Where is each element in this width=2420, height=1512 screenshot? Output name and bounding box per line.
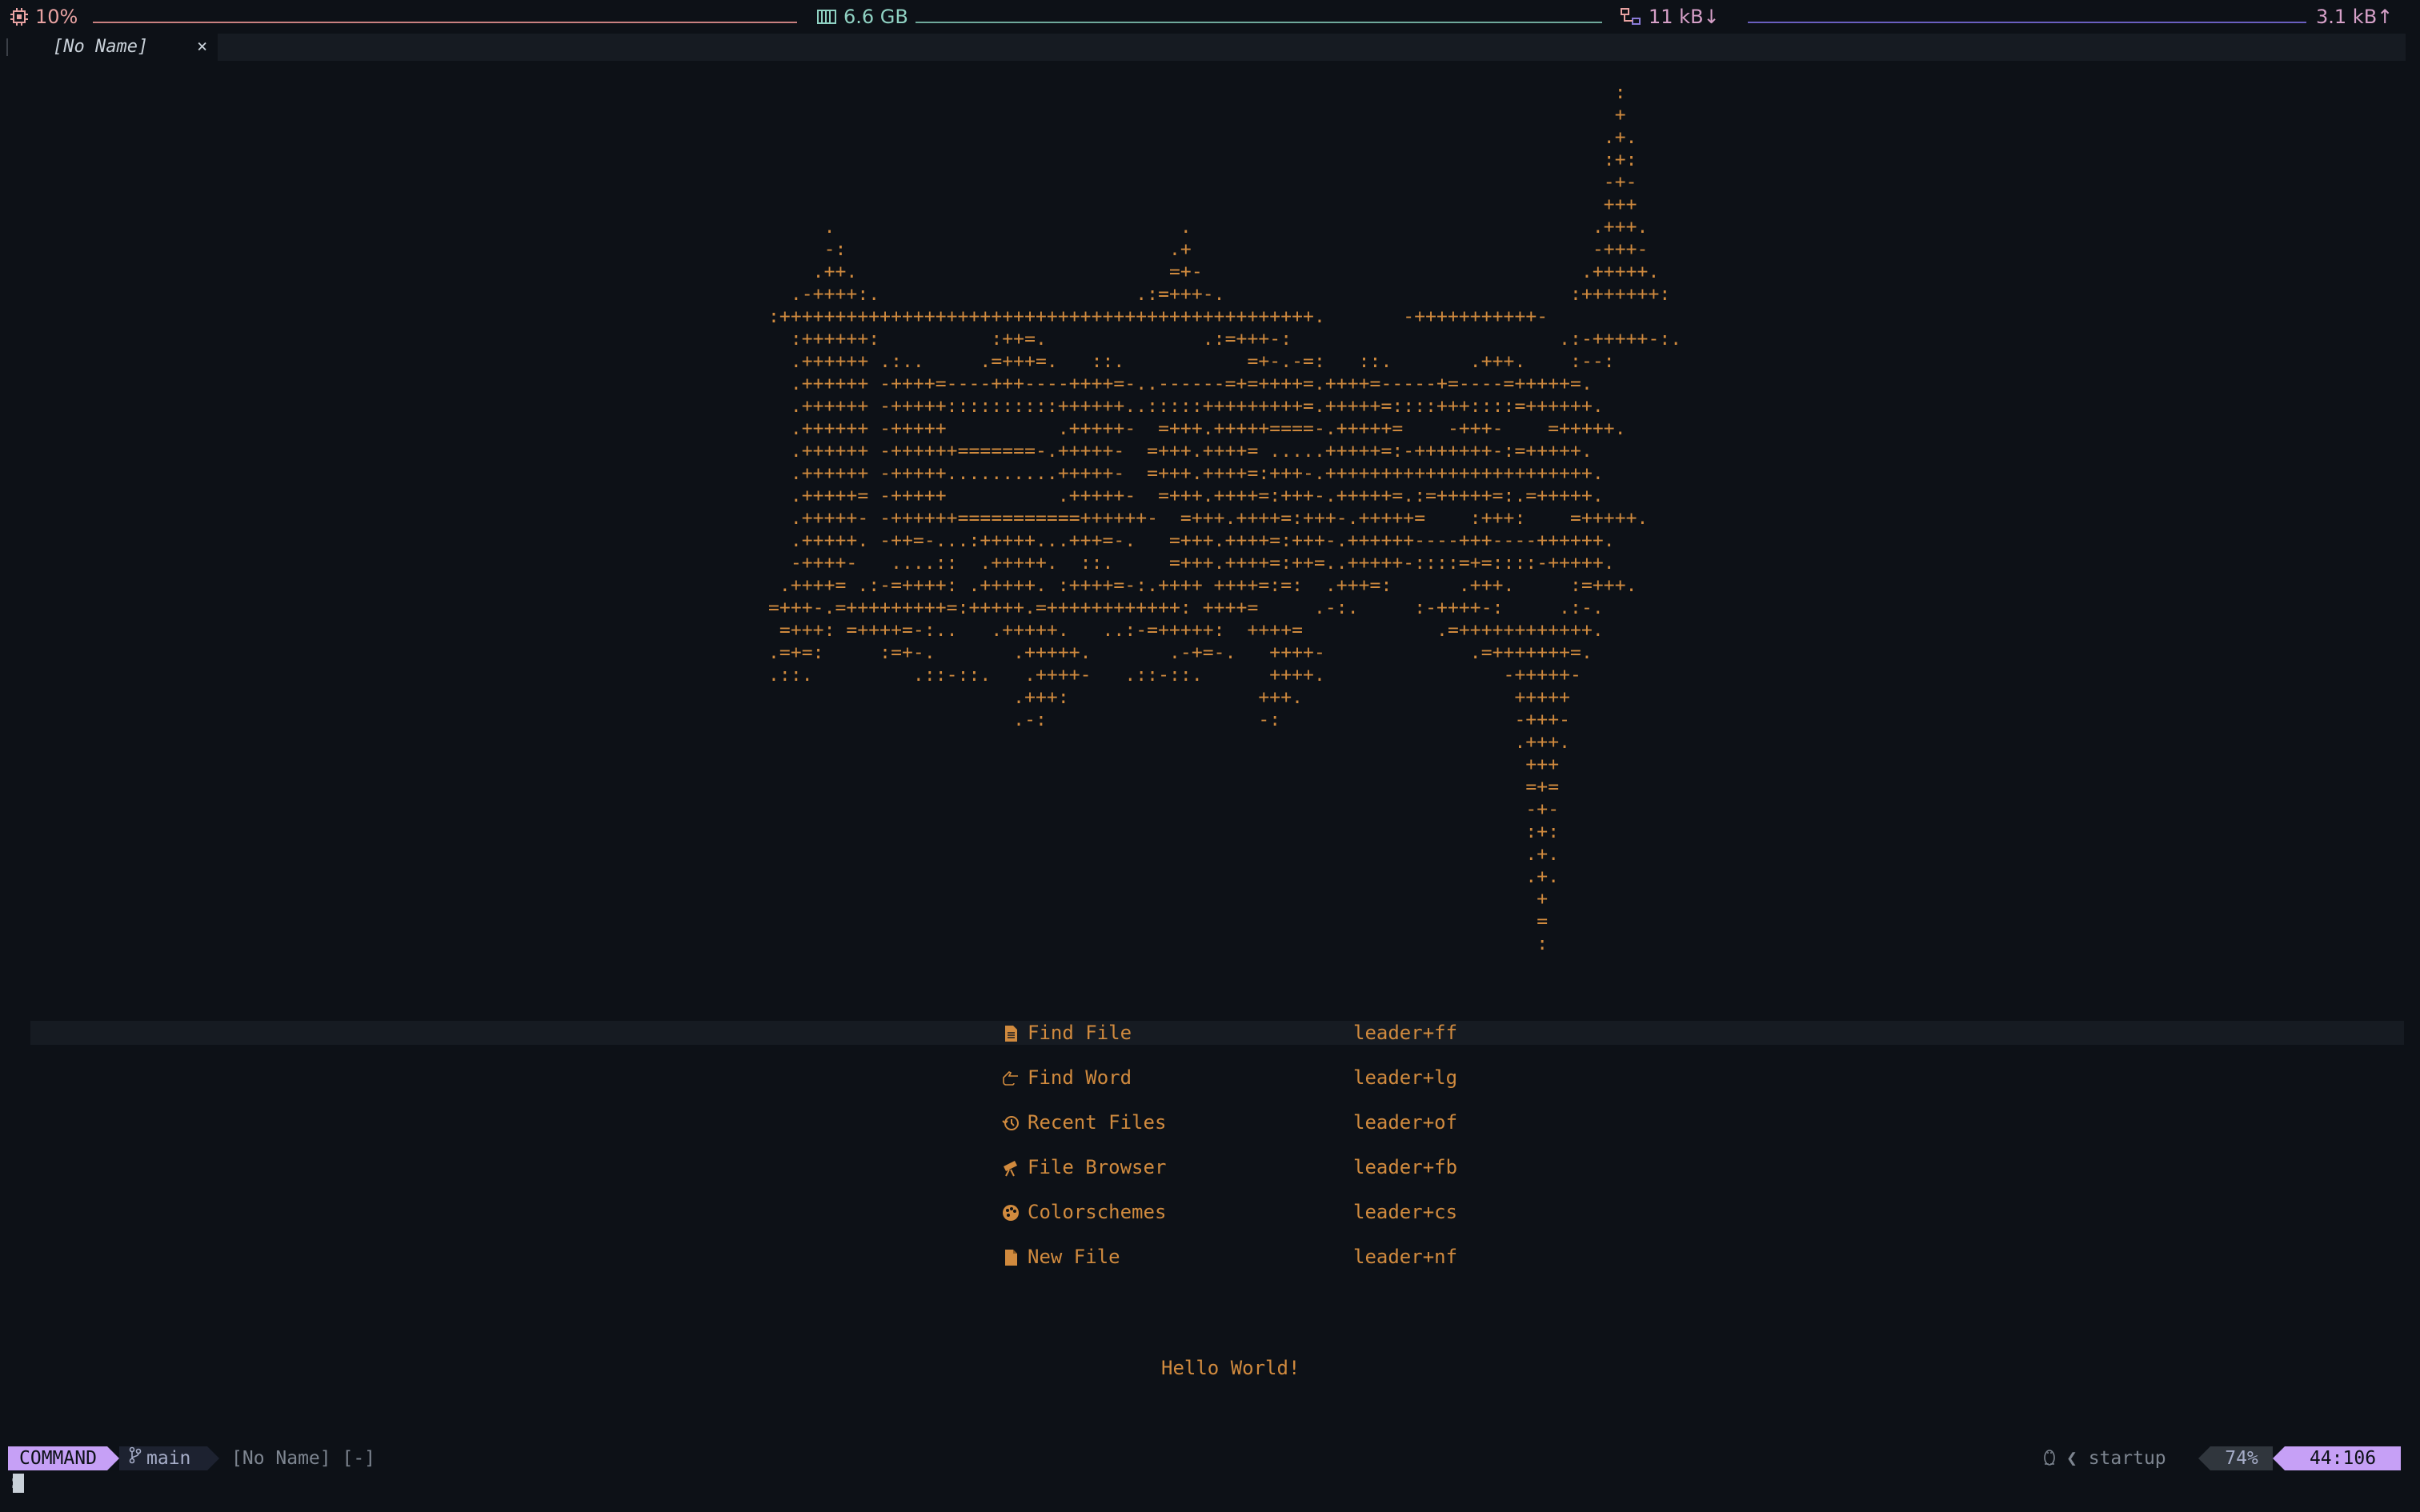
cpu-graph bbox=[93, 22, 797, 23]
scroll-percent: 74% bbox=[2210, 1446, 2273, 1470]
tab-separator bbox=[6, 38, 8, 56]
cursor-position: 44:106 bbox=[2285, 1446, 2401, 1470]
chevron-left-icon: ❮ bbox=[2066, 1448, 2089, 1469]
history-icon bbox=[1002, 1114, 1020, 1131]
file-name: [No Name] [-] bbox=[231, 1448, 376, 1469]
mode-separator bbox=[107, 1446, 119, 1470]
menu-item-recent-files[interactable]: Recent Files leader+of bbox=[30, 1110, 2404, 1134]
menu-item-colorschemes[interactable]: Colorschemes leader+cs bbox=[30, 1200, 2404, 1224]
memory-graph bbox=[916, 22, 1602, 23]
cpu-widget: 10% bbox=[10, 0, 78, 34]
menu-item-find-word[interactable]: Find Word leader+lg bbox=[30, 1066, 2404, 1090]
menu-label: Find Word bbox=[1028, 1066, 1132, 1089]
tab-no-name[interactable]: [No Name] × bbox=[0, 34, 218, 61]
menu-item-new-file[interactable]: New File leader+nf bbox=[30, 1245, 2404, 1269]
git-branch-name: main bbox=[146, 1448, 191, 1469]
cpu-usage: 10% bbox=[35, 6, 78, 28]
statusline: COMMAND main [No Name] [-] ❮ startup 74%… bbox=[0, 1446, 2420, 1470]
new-file-icon bbox=[1002, 1248, 1020, 1266]
network-download: 11 kB↓ bbox=[1649, 6, 1720, 28]
position-separator bbox=[2273, 1446, 2285, 1470]
network-upload: 3.1 kB↑ bbox=[2316, 6, 2394, 28]
tabline-fill bbox=[218, 34, 2406, 61]
menu-item-find-file[interactable]: Find File leader+ff bbox=[30, 1021, 2404, 1045]
menu-label: Recent Files bbox=[1028, 1111, 1167, 1134]
menu-label: New File bbox=[1028, 1246, 1120, 1268]
hand-pointer-icon bbox=[1002, 1069, 1020, 1086]
menu-label: Colorschemes bbox=[1028, 1201, 1167, 1223]
file-icon bbox=[1002, 1024, 1020, 1042]
menu-shortcut: leader+nf bbox=[1353, 1246, 1458, 1268]
menu-label: File Browser bbox=[1028, 1156, 1167, 1178]
network-graph bbox=[1748, 22, 2306, 23]
startup-label: startup bbox=[2088, 1448, 2166, 1469]
network-icon bbox=[1620, 7, 1642, 26]
linux-icon bbox=[2041, 1446, 2058, 1474]
close-icon[interactable]: × bbox=[197, 34, 207, 61]
footer-text: Hello World! bbox=[1161, 1357, 1300, 1379]
network-down-widget: 11 kB↓ bbox=[1620, 0, 1720, 34]
git-branch: main bbox=[119, 1446, 207, 1470]
memory-icon bbox=[816, 7, 837, 26]
menu-shortcut: leader+of bbox=[1353, 1111, 1458, 1134]
cpu-icon bbox=[10, 7, 29, 26]
telescope-icon bbox=[1002, 1158, 1020, 1177]
menu-shortcut: leader+cs bbox=[1353, 1201, 1458, 1223]
menu-shortcut: leader+lg bbox=[1353, 1066, 1458, 1089]
percent-separator bbox=[2198, 1446, 2210, 1470]
text-cursor bbox=[13, 1474, 24, 1493]
mode-indicator: COMMAND bbox=[8, 1446, 107, 1470]
tab-label: [No Name] bbox=[53, 37, 149, 57]
menu-shortcut: leader+ff bbox=[1353, 1022, 1458, 1044]
memory-usage: 6.6 GB bbox=[843, 6, 908, 28]
memory-widget: 6.6 GB bbox=[816, 0, 908, 34]
branch-separator bbox=[207, 1446, 219, 1470]
network-up-widget: 3.1 kB↑ bbox=[2316, 0, 2393, 34]
menu-label: Find File bbox=[1028, 1022, 1132, 1044]
dashboard-header-art: : + .+.:+: -+- +++ . . .+++. -: .+ -+++… bbox=[768, 82, 1682, 954]
tabline: [No Name] × bbox=[0, 34, 2420, 61]
git-branch-icon bbox=[129, 1446, 142, 1470]
menu-shortcut: leader+fb bbox=[1353, 1156, 1458, 1178]
menu-item-file-browser[interactable]: File Browser leader+fb bbox=[30, 1155, 2404, 1179]
palette-icon bbox=[1002, 1203, 1020, 1221]
startup-status: ❮ startup bbox=[2066, 1446, 2202, 1470]
system-status-bar: 10% 6.6 GB 11 kB↓ 3.1 kB↑ bbox=[0, 0, 2420, 34]
